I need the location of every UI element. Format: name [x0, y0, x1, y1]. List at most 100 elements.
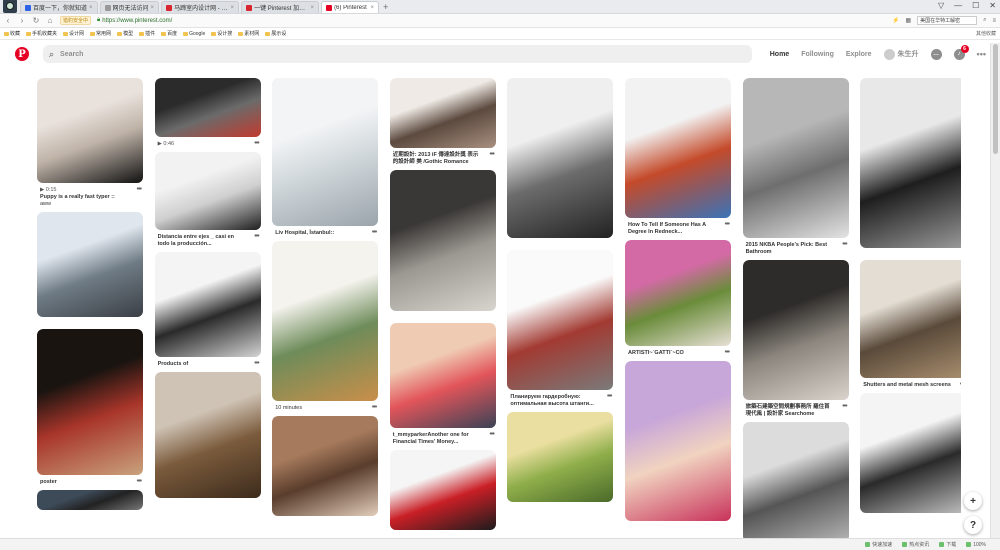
pin-image[interactable]	[389, 449, 496, 530]
pin-image[interactable]	[507, 250, 614, 390]
browser-avatar[interactable]	[3, 0, 17, 13]
bookmark-item[interactable]: 模型	[117, 30, 133, 37]
pin-card[interactable]	[507, 78, 614, 250]
address-search-input[interactable]: 美国在华特工解密	[917, 16, 978, 25]
pin-card[interactable]: Liv Hospital, İstanbul:: •••	[272, 78, 379, 241]
status-item[interactable]: 快速加速	[865, 541, 892, 548]
pin-card[interactable]: ▶ 0:46 •••	[154, 78, 261, 152]
menu-icon[interactable]: ≡	[992, 18, 996, 24]
bookmark-item[interactable]: 手机收藏夹	[26, 30, 57, 37]
pin-title[interactable]: How To Tell If Someone Has A Degree In R…	[628, 222, 729, 236]
help-button[interactable]: ?	[964, 516, 982, 534]
pin-more-icon[interactable]: •••	[254, 233, 259, 242]
browser-tab-1[interactable]: 网页无法访问 ×	[99, 1, 160, 13]
browser-tab-4[interactable]: (6) Pinterest ×	[321, 1, 380, 13]
browser-tab-0[interactable]: 百度一下，你就知道 ×	[20, 1, 98, 13]
pin-more-icon[interactable]: •••	[489, 151, 494, 160]
pin-image[interactable]	[272, 240, 379, 401]
pin-image[interactable]	[742, 78, 849, 238]
pin-image[interactable]	[37, 328, 143, 475]
pin-image[interactable]	[37, 489, 143, 510]
pin-image[interactable]	[154, 371, 261, 498]
pin-card[interactable]: poster •••	[37, 328, 143, 490]
pin-more-icon[interactable]: •••	[137, 186, 142, 195]
lightning-icon[interactable]: ⚡	[892, 17, 899, 24]
nav-following[interactable]: Following	[801, 51, 834, 58]
pin-card[interactable]: Shutters and metal mesh screens•••	[860, 260, 961, 393]
pin-title[interactable]: t_mmyparkerAnother one for Financial Tim…	[393, 432, 494, 446]
pin-card[interactable]	[37, 211, 143, 329]
tab-close-icon[interactable]: ×	[89, 5, 93, 11]
messages-icon[interactable]: …	[930, 48, 942, 60]
pin-more-icon[interactable]: •••	[725, 349, 730, 358]
bookmark-item[interactable]: 常用网	[90, 30, 111, 37]
pin-more-icon[interactable]: •••	[372, 404, 377, 413]
pin-card[interactable]: Планируем гардеробную: оптимальная высот…	[507, 250, 614, 412]
pin-image[interactable]	[625, 360, 731, 521]
refresh-icon[interactable]: ↻	[32, 16, 40, 25]
pin-image[interactable]	[860, 392, 961, 513]
pin-image[interactable]	[389, 322, 496, 428]
pin-more-icon[interactable]: •••	[607, 393, 612, 402]
pin-image[interactable]	[507, 78, 614, 238]
tab-close-icon[interactable]: ×	[231, 5, 235, 11]
nav-explore[interactable]: Explore	[846, 51, 872, 58]
pin-image[interactable]	[625, 78, 731, 218]
pin-more-icon[interactable]: •••	[137, 478, 142, 487]
pin-board[interactable]: aww	[40, 201, 141, 208]
home-icon[interactable]: ⌂	[46, 16, 54, 25]
pin-more-icon[interactable]: •••	[842, 241, 847, 250]
tab-close-icon[interactable]: ×	[371, 5, 375, 11]
status-item[interactable]: 100%	[966, 542, 986, 548]
pin-card[interactable]: 旅築石建築空間規劃事務所 羅住首 現代風 | 設計家 Searchome •••	[742, 259, 849, 422]
pin-image[interactable]	[154, 78, 261, 137]
pin-card[interactable]: t_mmyparkerAnother one for Financial Tim…	[389, 322, 496, 450]
pin-card[interactable]	[389, 449, 496, 539]
forward-icon[interactable]: ›	[18, 16, 26, 25]
pin-card[interactable]	[389, 169, 496, 323]
search-input[interactable]: ⌕ Search	[43, 45, 752, 63]
browser-tab-3[interactable]: 一键 Pinterest 加载，设置更新×	[241, 1, 320, 13]
pin-card[interactable]	[860, 392, 961, 525]
pin-card[interactable]: ARTISTI~`GATTI`~CO •••	[625, 239, 731, 361]
pin-image[interactable]	[625, 239, 731, 346]
bookmark-item[interactable]: 展示设	[265, 30, 286, 37]
pin-card[interactable]	[37, 489, 143, 522]
nav-home[interactable]: Home	[770, 51, 789, 58]
url-field[interactable]: 🔒︎ https://www.pinterest.com/	[97, 16, 886, 26]
pin-image[interactable]	[507, 411, 614, 502]
pin-card[interactable]: Distancia entre ejes _ casi en todo la p…	[154, 151, 261, 252]
pin-card[interactable]: 近期設計: 2013 iF 傳達設計獎 表示的設計師 美 /Gothic Rom…	[389, 78, 496, 170]
more-options-icon[interactable]: •••	[977, 49, 986, 59]
status-item[interactable]: 下载	[939, 541, 956, 548]
pin-image[interactable]	[154, 251, 261, 357]
pin-card[interactable]	[625, 360, 731, 533]
pin-card[interactable]: ▶ 0:15 Puppy is a really fast typer :: aww…	[37, 78, 143, 212]
pin-more-icon[interactable]: •••	[254, 140, 259, 149]
pin-title[interactable]: poster	[40, 479, 141, 486]
pin-image[interactable]	[389, 78, 496, 148]
maximize-icon[interactable]: ☐	[972, 1, 979, 10]
pin-more-icon[interactable]: •••	[372, 229, 377, 238]
pin-image[interactable]	[272, 78, 379, 226]
bookmark-item[interactable]: 设计网	[63, 30, 84, 37]
bookmark-item[interactable]: 设计搜	[211, 30, 232, 37]
pin-card[interactable]	[860, 78, 961, 260]
scrollbar-thumb[interactable]	[993, 44, 998, 154]
bookmark-item[interactable]: 素材网	[238, 30, 259, 37]
pin-more-icon[interactable]: •••	[842, 403, 847, 412]
status-item[interactable]: 热点资讯	[902, 541, 929, 548]
pin-more-icon[interactable]: •••	[725, 221, 730, 230]
new-tab-button[interactable]: +	[383, 2, 388, 12]
notifications-icon[interactable]: ♪ 6	[953, 44, 969, 60]
pinterest-logo[interactable]: P	[15, 47, 29, 61]
pin-image[interactable]	[389, 169, 496, 311]
pin-title[interactable]: Products of	[158, 361, 259, 368]
pin-more-icon[interactable]: •••	[254, 360, 259, 369]
bookmark-item[interactable]: 收藏	[4, 30, 20, 37]
bookmark-item[interactable]: 百度	[161, 30, 177, 37]
bookmark-item[interactable]: Google	[183, 30, 205, 37]
pin-image[interactable]	[37, 78, 143, 183]
browser-tab-2[interactable]: 马蹄室内设计网 - 马蹄网×	[161, 1, 240, 13]
pin-more-icon[interactable]: •••	[489, 431, 494, 440]
